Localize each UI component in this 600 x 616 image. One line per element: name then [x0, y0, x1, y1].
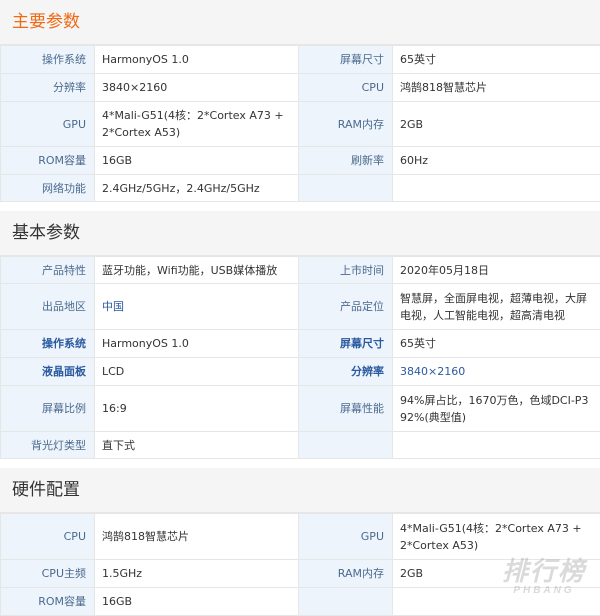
spec-value: 智慧屏，全面屏电视，超薄电视，大屏电视，人工智能电视，超高清电视 [393, 284, 600, 330]
spec-value: 2020年05月18日 [393, 257, 600, 284]
spec-value: 16:9 [95, 386, 299, 432]
table-row: ROM容量 16GB 刷新率 60Hz [1, 147, 600, 175]
spec-label: 背光灯类型 [1, 432, 95, 459]
spec-value: 94%屏占比，1670万色，色域DCI-P3 92%(典型值) [393, 386, 600, 432]
spec-label: GPU [299, 514, 393, 560]
spec-label-empty [299, 588, 393, 616]
spec-label-bold: 操作系统 [1, 330, 95, 358]
spec-value: 4*Mali-G51(4核：2*Cortex A73 + 2*Cortex A5… [393, 514, 600, 560]
spec-value-link[interactable]: 中国 [95, 284, 299, 330]
spec-label-empty [299, 175, 393, 202]
spec-value: 直下式 [95, 432, 299, 459]
spec-value: 1.5GHz [95, 560, 299, 588]
table-row: 背光灯类型 直下式 [1, 432, 600, 459]
table-row: 出品地区 中国 产品定位 智慧屏，全面屏电视，超薄电视，大屏电视，人工智能电视，… [1, 284, 600, 330]
spec-label: RAM内存 [299, 560, 393, 588]
spec-value: 65英寸 [393, 330, 600, 358]
spec-value: 蓝牙功能，Wifi功能，USB媒体播放 [95, 257, 299, 284]
spec-label: CPU主频 [1, 560, 95, 588]
spec-label: 产品特性 [1, 257, 95, 284]
spec-label-bold: 液晶面板 [1, 358, 95, 386]
spec-label: 操作系统 [1, 46, 95, 74]
section-title-main-params: 主要参数 [0, 0, 600, 45]
spec-value: 60Hz [393, 147, 600, 175]
section-gap [0, 459, 600, 468]
spec-value: 3840×2160 [95, 74, 299, 102]
spec-value: HarmonyOS 1.0 [95, 330, 299, 358]
spec-value: 16GB [95, 147, 299, 175]
hardware-table: CPU 鸿鹄818智慧芯片 GPU 4*Mali-G51(4核：2*Cortex… [0, 513, 600, 616]
spec-value-empty [393, 175, 600, 202]
spec-value: 鸿鹄818智慧芯片 [393, 74, 600, 102]
table-row: 屏幕比例 16:9 屏幕性能 94%屏占比，1670万色，色域DCI-P3 92… [1, 386, 600, 432]
table-row: 液晶面板 LCD 分辨率 3840×2160 [1, 358, 600, 386]
spec-label: CPU [299, 74, 393, 102]
spec-value: 鸿鹄818智慧芯片 [95, 514, 299, 560]
spec-value: 2GB [393, 560, 600, 588]
spec-label-bold: 屏幕尺寸 [299, 330, 393, 358]
spec-label: 刷新率 [299, 147, 393, 175]
spec-label: ROM容量 [1, 588, 95, 616]
table-row: GPU 4*Mali-G51(4核：2*Cortex A73 + 2*Corte… [1, 102, 600, 147]
spec-label: 出品地区 [1, 284, 95, 330]
spec-value: HarmonyOS 1.0 [95, 46, 299, 74]
spec-value: 65英寸 [393, 46, 600, 74]
table-row: CPU主频 1.5GHz RAM内存 2GB [1, 560, 600, 588]
spec-label: 屏幕性能 [299, 386, 393, 432]
spec-label: 分辨率 [1, 74, 95, 102]
spec-label-bold: 分辨率 [299, 358, 393, 386]
section-gap [0, 202, 600, 211]
spec-label: GPU [1, 102, 95, 147]
spec-label: 网络功能 [1, 175, 95, 202]
spec-value: 2GB [393, 102, 600, 147]
section-title-basic-params: 基本参数 [0, 211, 600, 256]
spec-label: 产品定位 [299, 284, 393, 330]
main-params-table: 操作系统 HarmonyOS 1.0 屏幕尺寸 65英寸 分辨率 3840×21… [0, 45, 600, 202]
table-row: 网络功能 2.4GHz/5GHz，2.4GHz/5GHz [1, 175, 600, 202]
table-row: ROM容量 16GB [1, 588, 600, 616]
spec-label: RAM内存 [299, 102, 393, 147]
table-row: 操作系统 HarmonyOS 1.0 屏幕尺寸 65英寸 [1, 46, 600, 74]
spec-label: 上市时间 [299, 257, 393, 284]
spec-value: 4*Mali-G51(4核：2*Cortex A73 + 2*Cortex A5… [95, 102, 299, 147]
spec-value-empty [393, 588, 600, 616]
spec-value: LCD [95, 358, 299, 386]
spec-value: 2.4GHz/5GHz，2.4GHz/5GHz [95, 175, 299, 202]
spec-value-empty [393, 432, 600, 459]
spec-value: 16GB [95, 588, 299, 616]
spec-value-link[interactable]: 3840×2160 [393, 358, 600, 386]
table-row: 分辨率 3840×2160 CPU 鸿鹄818智慧芯片 [1, 74, 600, 102]
spec-label: 屏幕比例 [1, 386, 95, 432]
spec-label-empty [299, 432, 393, 459]
spec-label: ROM容量 [1, 147, 95, 175]
table-row: 产品特性 蓝牙功能，Wifi功能，USB媒体播放 上市时间 2020年05月18… [1, 257, 600, 284]
spec-label: 屏幕尺寸 [299, 46, 393, 74]
basic-params-table: 产品特性 蓝牙功能，Wifi功能，USB媒体播放 上市时间 2020年05月18… [0, 256, 600, 459]
table-row: 操作系统 HarmonyOS 1.0 屏幕尺寸 65英寸 [1, 330, 600, 358]
table-row: CPU 鸿鹄818智慧芯片 GPU 4*Mali-G51(4核：2*Cortex… [1, 514, 600, 560]
section-title-hardware: 硬件配置 [0, 468, 600, 513]
spec-label: CPU [1, 514, 95, 560]
